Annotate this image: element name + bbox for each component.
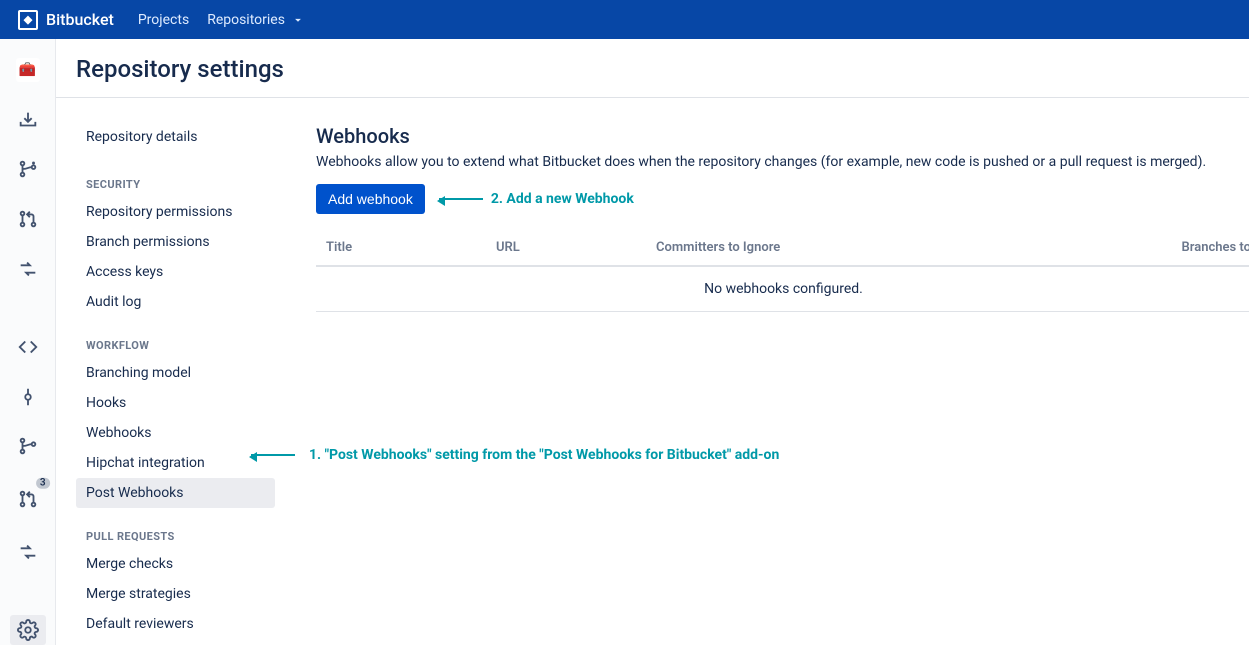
sidebar-item-repo-permissions[interactable]: Repository permissions xyxy=(76,197,275,227)
annotation-1: 1. "Post Webhooks" setting from the "Pos… xyxy=(251,447,779,463)
sidebar-item-post-webhooks[interactable]: Post Webhooks xyxy=(76,478,275,508)
webhook-empty-state: No webhooks configured. xyxy=(316,267,1249,312)
sidebar-item-repo-details[interactable]: Repository details xyxy=(76,122,275,152)
sidebar-section-security: SECURITY xyxy=(86,178,281,191)
sidebar-item-branching-model[interactable]: Branching model xyxy=(76,358,275,388)
arrow-left-icon xyxy=(251,454,295,456)
compare-icon[interactable] xyxy=(10,254,46,284)
col-title: Title xyxy=(326,240,496,255)
nav-repositories[interactable]: Repositories xyxy=(207,12,305,28)
sidebar-section-pull-requests: PULL REQUESTS xyxy=(86,530,281,543)
webhook-table-header: Title URL Committers to Ignore Branches … xyxy=(316,214,1249,267)
panel-title: Webhooks xyxy=(316,124,1249,148)
brand-name: Bitbucket xyxy=(46,10,114,29)
content-panel: Webhooks Webhooks allow you to extend wh… xyxy=(281,98,1249,645)
sidebar-item-branch-permissions[interactable]: Branch permissions xyxy=(76,227,275,257)
create-branch-icon[interactable] xyxy=(10,155,46,185)
branches-icon[interactable] xyxy=(10,432,46,462)
sidebar-item-merge-strategies[interactable]: Merge strategies xyxy=(76,579,275,609)
bitbucket-logo-icon: ◆ xyxy=(18,10,38,30)
col-branches: Branches to xyxy=(1181,240,1249,255)
panel-description: Webhooks allow you to extend what Bitbuc… xyxy=(316,154,1249,170)
sidebar-item-webhooks[interactable]: Webhooks xyxy=(76,418,275,448)
page-title: Repository settings xyxy=(76,55,1229,83)
top-nav: ◆ Bitbucket Projects Repositories xyxy=(0,0,1249,39)
page-header: Repository settings xyxy=(56,39,1249,98)
annotation-2-text: 2. Add a new Webhook xyxy=(491,191,634,207)
nav-projects[interactable]: Projects xyxy=(138,12,189,28)
sidebar-section-workflow: WORKFLOW xyxy=(86,339,281,352)
nav-repositories-label: Repositories xyxy=(207,12,285,28)
col-committers: Committers to Ignore xyxy=(656,240,1181,255)
annotation-1-text: 1. "Post Webhooks" setting from the "Pos… xyxy=(309,447,779,463)
sidebar-item-merge-checks[interactable]: Merge checks xyxy=(76,549,275,579)
settings-sidebar: Repository details SECURITY Repository p… xyxy=(56,98,281,645)
sidebar-item-access-keys[interactable]: Access keys xyxy=(76,257,275,287)
annotation-2: 2. Add a new Webhook xyxy=(425,191,634,207)
arrow-left-icon xyxy=(439,198,483,200)
sidebar-item-default-reviewers[interactable]: Default reviewers xyxy=(76,609,275,639)
clone-icon[interactable] xyxy=(10,105,46,135)
settings-icon[interactable] xyxy=(10,615,46,645)
forks-icon[interactable] xyxy=(10,537,46,567)
pr-count-badge: 3 xyxy=(36,478,50,489)
commits-icon[interactable] xyxy=(10,382,46,412)
add-webhook-button[interactable]: Add webhook xyxy=(316,184,425,214)
create-pr-icon[interactable] xyxy=(10,204,46,234)
sidebar-item-hooks[interactable]: Hooks xyxy=(76,388,275,418)
sidebar-item-audit-log[interactable]: Audit log xyxy=(76,287,275,317)
source-icon[interactable] xyxy=(10,332,46,362)
col-url: URL xyxy=(496,240,656,255)
icon-rail: 🧰 3 xyxy=(0,39,56,645)
repo-avatar[interactable]: 🧰 xyxy=(10,55,46,85)
chevron-down-icon xyxy=(291,13,305,27)
